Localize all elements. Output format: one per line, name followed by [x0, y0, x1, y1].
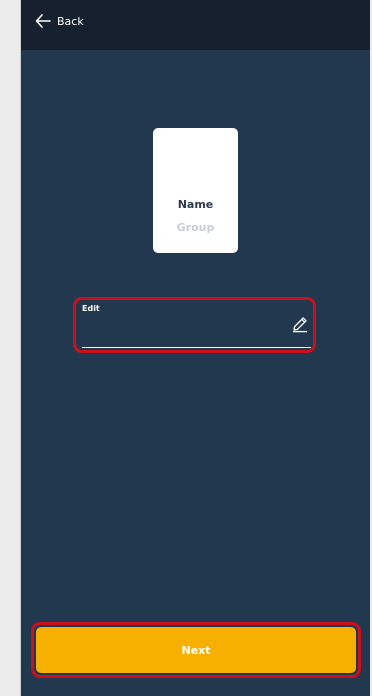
- screen: Back Name Group Edit Next: [20, 0, 370, 696]
- edit-field-label: Edit: [82, 304, 100, 313]
- edit-input[interactable]: [82, 317, 282, 343]
- profile-card: Name Group: [153, 128, 238, 253]
- next-button[interactable]: Next: [36, 627, 356, 673]
- back-button[interactable]: Back: [35, 14, 84, 28]
- arrow-left-icon: [35, 14, 51, 28]
- card-group: Group: [176, 221, 215, 234]
- pencil-icon[interactable]: [291, 315, 309, 333]
- back-label: Back: [57, 14, 84, 28]
- edit-field-underline: [82, 347, 311, 348]
- top-bar: Back: [21, 0, 370, 50]
- card-name: Name: [177, 198, 214, 211]
- edit-field[interactable]: Edit: [82, 301, 311, 349]
- app-frame: Back Name Group Edit Next: [0, 0, 372, 696]
